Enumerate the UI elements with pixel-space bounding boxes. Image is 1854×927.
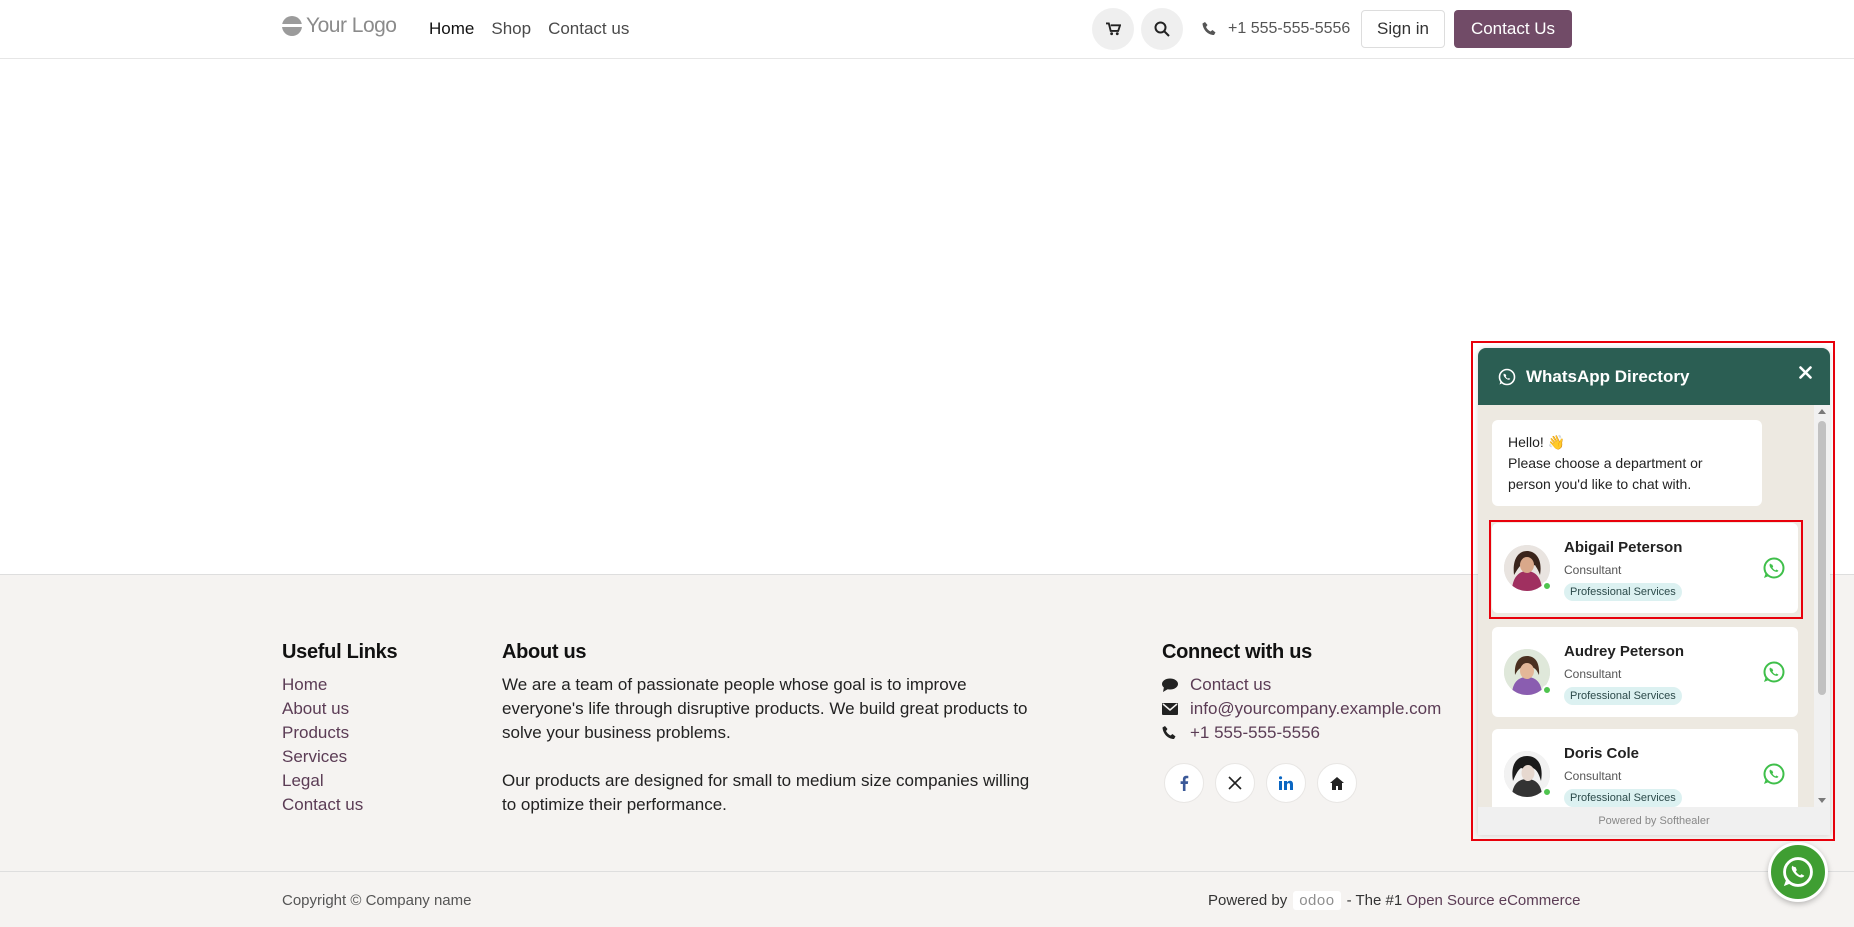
odoo-logo[interactable]: odoo	[1293, 891, 1341, 910]
connect-title: Connect with us	[1162, 641, 1312, 663]
connect-phone[interactable]: +1 555-555-5556	[1162, 721, 1441, 745]
whatsapp-header: WhatsApp Directory	[1478, 348, 1830, 405]
home-icon	[1330, 776, 1344, 790]
phone-icon	[1202, 22, 1216, 35]
department-badge: Professional Services	[1564, 687, 1682, 705]
scroll-up-icon[interactable]	[1818, 409, 1826, 414]
linkedin-icon	[1279, 776, 1293, 790]
connect-email-text: info@yourcompany.example.com	[1190, 699, 1442, 718]
copyright: Copyright © Company name	[282, 892, 472, 909]
tagline-prefix: - The #1	[1346, 892, 1403, 909]
whatsapp-title: WhatsApp Directory	[1526, 366, 1690, 386]
connect-contact-text: Contact us	[1190, 675, 1272, 694]
agent-card[interactable]: Audrey Peterson Consultant Professional …	[1492, 627, 1798, 717]
footer-link-about[interactable]: About us	[282, 697, 363, 721]
nav-contact-us[interactable]: Contact us	[548, 19, 629, 39]
agent-name: Audrey Peterson	[1564, 643, 1685, 660]
x-button[interactable]	[1215, 763, 1255, 803]
nav-shop[interactable]: Shop	[491, 19, 531, 39]
powered-by: Powered by odoo - The #1 Open Source eCo…	[1208, 891, 1580, 910]
search-icon	[1154, 21, 1170, 37]
sign-in-button[interactable]: Sign in	[1361, 10, 1445, 48]
whatsapp-launcher-button[interactable]	[1768, 842, 1828, 902]
connect-phone-text: +1 555-555-5556	[1190, 723, 1320, 742]
about-text: We are a team of passionate people whose…	[502, 673, 1032, 817]
online-status-dot	[1542, 787, 1552, 797]
connect-contact[interactable]: Contact us	[1162, 673, 1441, 697]
about-paragraph-1: We are a team of passionate people whose…	[502, 675, 1028, 742]
cart-icon	[1105, 22, 1121, 36]
greeting-line-1: Hello! 👋	[1508, 434, 1566, 450]
footer-link-legal[interactable]: Legal	[282, 769, 363, 793]
header-phone[interactable]: +1 555-555-5556	[1202, 20, 1350, 38]
comment-icon	[1162, 678, 1178, 692]
scrollbar[interactable]	[1814, 405, 1830, 807]
whatsapp-icon	[1783, 857, 1813, 887]
whatsapp-icon	[1763, 661, 1785, 683]
useful-links-list: Home About us Products Services Legal Co…	[282, 673, 363, 817]
logo-icon	[281, 16, 303, 36]
connect-email[interactable]: info@yourcompany.example.com	[1162, 697, 1441, 721]
about-title: About us	[502, 641, 587, 663]
cart-button[interactable]	[1092, 8, 1134, 50]
useful-links-title: Useful Links	[282, 641, 398, 663]
x-icon	[1228, 776, 1242, 790]
scroll-down-icon[interactable]	[1818, 798, 1826, 803]
connect-list: Contact us info@yourcompany.example.com …	[1162, 673, 1441, 745]
close-icon[interactable]	[1799, 366, 1812, 379]
whatsapp-icon	[1498, 368, 1516, 385]
header-phone-number: +1 555-555-5556	[1228, 20, 1351, 37]
main-nav: Home Shop Contact us	[429, 19, 629, 39]
footer-link-products[interactable]: Products	[282, 721, 363, 745]
online-status-dot	[1542, 685, 1552, 695]
powered-by-label: Powered by	[1208, 892, 1288, 909]
phone-icon	[1162, 726, 1176, 739]
agent-card[interactable]: Doris Cole Consultant Professional Servi…	[1492, 729, 1798, 819]
agent-role: Consultant	[1564, 769, 1622, 783]
whatsapp-footer: Powered by Softhealer	[1478, 807, 1830, 835]
whatsapp-icon	[1763, 763, 1785, 785]
agent-name: Doris Cole	[1564, 745, 1640, 762]
logo-text: Your Logo	[306, 14, 397, 37]
agent-highlight	[1489, 520, 1803, 619]
search-button[interactable]	[1141, 8, 1183, 50]
site-logo[interactable]: Your Logo	[281, 14, 397, 38]
footer-link-services[interactable]: Services	[282, 745, 363, 769]
agent-role: Consultant	[1564, 667, 1622, 681]
envelope-icon	[1162, 703, 1178, 715]
footer-link-home[interactable]: Home	[282, 673, 363, 697]
greeting-line-2: Please choose a department or person you…	[1508, 455, 1703, 492]
scrollbar-thumb[interactable]	[1818, 421, 1826, 695]
linkedin-button[interactable]	[1266, 763, 1306, 803]
home-button[interactable]	[1317, 763, 1357, 803]
about-paragraph-2: Our products are designed for small to m…	[502, 771, 1030, 814]
footer-link-contact[interactable]: Contact us	[282, 793, 363, 817]
contact-us-button[interactable]: Contact Us	[1454, 10, 1572, 48]
social-links	[1164, 763, 1357, 803]
open-source-ecommerce-link[interactable]: Open Source eCommerce	[1406, 892, 1580, 909]
department-badge: Professional Services	[1564, 789, 1682, 807]
footer-divider	[0, 871, 1854, 872]
facebook-button[interactable]	[1164, 763, 1204, 803]
facebook-icon	[1180, 775, 1189, 791]
site-header: Your Logo Home Shop Contact us +1 555-55…	[0, 0, 1854, 59]
nav-home[interactable]: Home	[429, 19, 474, 39]
greeting-bubble: Hello! 👋 Please choose a department or p…	[1492, 420, 1762, 506]
